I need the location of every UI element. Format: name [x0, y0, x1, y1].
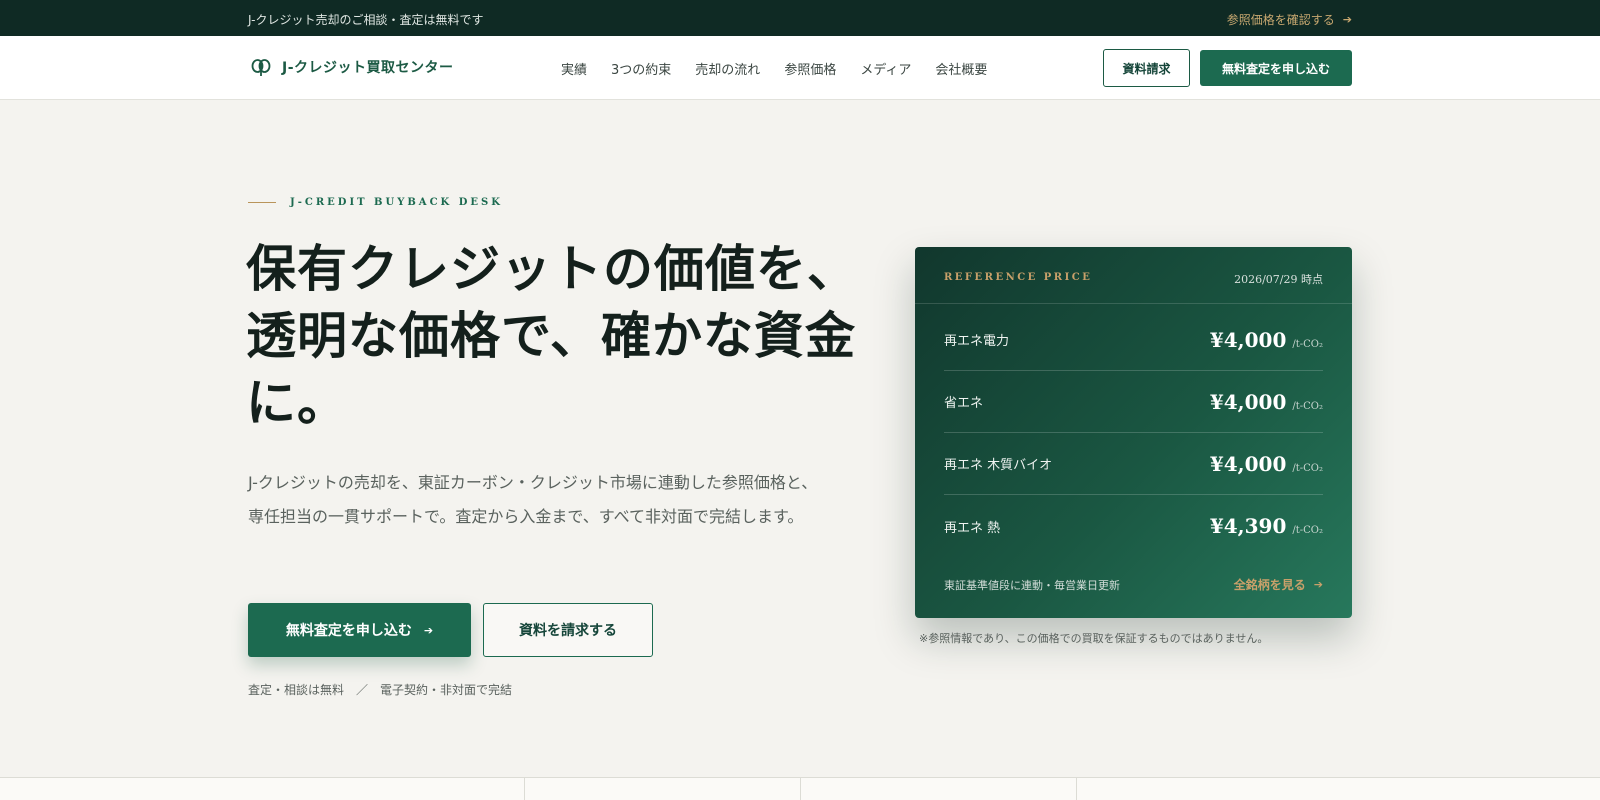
hero-title: 保有クレジットの価値を、透明な価格で、確かな資金に。	[246, 240, 858, 432]
site-header: J-クレジット買取センター 実績 3つの約束 売却の流れ 参照価格 メディア 会…	[0, 36, 1600, 100]
eyebrow-divider	[248, 202, 276, 203]
price-category: 再エネ 木質バイオ	[944, 458, 1053, 473]
nav-item-results[interactable]: 実績	[561, 59, 587, 78]
view-all-brands-label: 全銘柄を見る	[1233, 578, 1306, 592]
nav-item-flow[interactable]: 売却の流れ	[695, 59, 760, 78]
hero-apply-button[interactable]: 無料査定を申し込む ➔	[248, 603, 471, 657]
price-list: 再エネ電力 ¥4,000/t-CO₂ 省エネ ¥4,000/t-CO₂ 再エネ …	[944, 309, 1323, 557]
price-value: ¥4,000	[1209, 451, 1287, 476]
nav-item-company[interactable]: 会社概要	[935, 59, 987, 78]
check-reference-price-link[interactable]: 参照価格を確認する ➔	[1227, 11, 1352, 28]
card-label: REFERENCE PRICE	[944, 272, 1093, 283]
price-value: ¥4,000	[1209, 327, 1287, 352]
next-section-strip	[0, 777, 1600, 800]
nav-item-promises[interactable]: 3つの約束	[611, 59, 671, 78]
section-divider	[524, 778, 525, 800]
arrow-right-icon: ➔	[1313, 578, 1323, 591]
hero-note: 査定・相談は無料 ／ 電子契約・非対面で完結	[248, 683, 513, 697]
logo-text: J-クレジット買取センター	[282, 60, 454, 76]
request-docs-button[interactable]: 資料請求	[1103, 49, 1190, 87]
price-category: 省エネ	[944, 396, 984, 411]
price-unit: /t-CO₂	[1292, 338, 1323, 350]
main-nav: 実績 3つの約束 売却の流れ 参照価格 メディア 会社概要	[561, 59, 987, 78]
nav-item-media[interactable]: メディア	[860, 59, 911, 78]
arrow-right-icon: ➔	[1342, 13, 1352, 26]
price-update-note: 東証基準値段に連動・毎営業日更新	[944, 579, 1120, 592]
announcement-text: J-クレジット売却のご相談・査定は無料です	[248, 13, 484, 27]
price-row: 再エネ 木質バイオ ¥4,000/t-CO₂	[944, 433, 1323, 495]
price-row: 再エネ電力 ¥4,000/t-CO₂	[944, 309, 1323, 371]
leaf-logo-icon	[251, 59, 271, 76]
card-header: REFERENCE PRICE 2026/07/29 時点	[915, 247, 1352, 304]
eyebrow-text: J-CREDIT BUYBACK DESK	[290, 197, 503, 208]
site-logo[interactable]: J-クレジット買取センター	[250, 56, 454, 78]
price-row: 省エネ ¥4,000/t-CO₂	[944, 371, 1323, 433]
price-unit: /t-CO₂	[1292, 400, 1323, 412]
nav-item-reference-price[interactable]: 参照価格	[784, 59, 836, 78]
price-date: 2026/07/29 時点	[1234, 273, 1323, 286]
price-unit: /t-CO₂	[1292, 525, 1323, 536]
check-reference-price-label: 参照価格を確認する	[1226, 13, 1335, 27]
hero-eyebrow: J-CREDIT BUYBACK DESK	[248, 197, 503, 208]
arrow-right-icon: ➔	[423, 623, 434, 637]
hero-apply-label: 無料査定を申し込む	[285, 623, 412, 639]
price-category: 再エネ電力	[944, 334, 1010, 349]
price-row: 再エネ 熱 ¥4,390/t-CO₂	[944, 495, 1323, 557]
price-unit: /t-CO₂	[1292, 462, 1323, 474]
section-divider	[800, 778, 801, 800]
price-disclaimer: ※参照情報であり、この価格での買取を保証するものではありません。	[919, 632, 1269, 645]
price-value: ¥4,390	[1209, 514, 1287, 538]
hero-description: J-クレジットの売却を、東証カーボン・クレジット市場に連動した参照価格と、 専任…	[248, 473, 818, 526]
reference-price-card: REFERENCE PRICE 2026/07/29 時点 再エネ電力 ¥4,0…	[915, 247, 1352, 618]
view-all-brands-link[interactable]: 全銘柄を見る ➔	[1234, 576, 1323, 593]
hero-request-docs-button[interactable]: 資料を請求する	[483, 603, 653, 657]
apply-assessment-button[interactable]: 無料査定を申し込む	[1200, 50, 1352, 86]
section-divider	[1076, 778, 1077, 800]
price-category: 再エネ 熱	[944, 520, 1001, 536]
price-value: ¥4,000	[1209, 389, 1287, 414]
top-announcement-bar: J-クレジット売却のご相談・査定は無料です 参照価格を確認する ➔	[0, 0, 1600, 36]
